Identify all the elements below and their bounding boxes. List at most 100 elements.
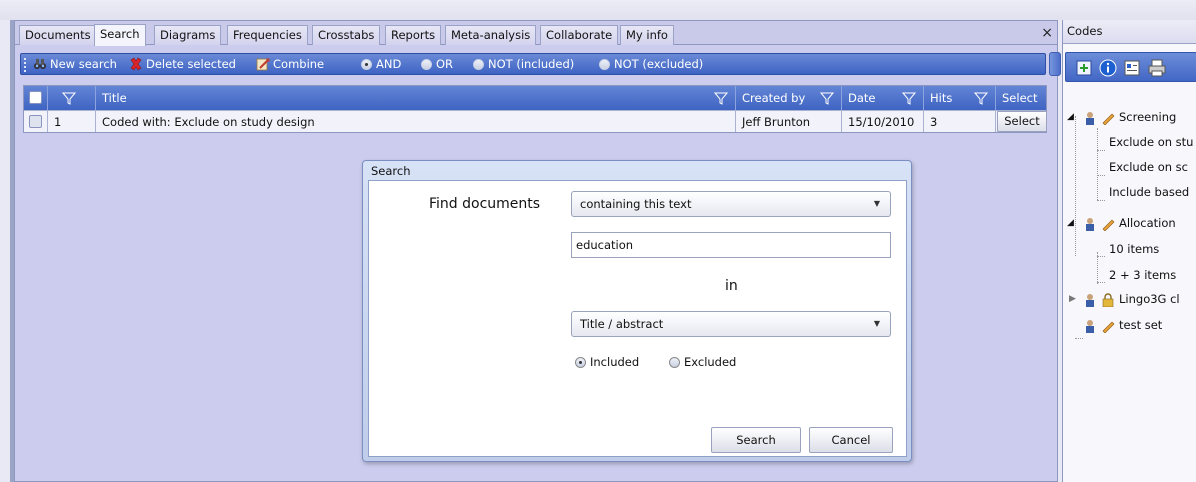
combine-button[interactable]: Combine (256, 56, 324, 72)
new-search-button[interactable]: New search (33, 56, 117, 72)
expand-triangle-icon[interactable]: ◢ (1067, 218, 1074, 228)
select-header: Select (996, 86, 1048, 110)
window-top-strip (0, 0, 1196, 20)
tree-connector (1075, 338, 1083, 339)
radio-excluded-label: Excluded (684, 355, 737, 369)
radio-and-label: AND (376, 57, 402, 71)
filter-icon[interactable] (714, 91, 728, 105)
tree-item-10-items[interactable]: 10 items (1109, 242, 1159, 256)
filter-icon[interactable] (62, 91, 76, 105)
radio-included-indicator[interactable] (575, 357, 586, 368)
title-header[interactable]: Title (96, 86, 736, 110)
hits-header-label: Hits (930, 91, 953, 105)
binoculars-icon (34, 59, 46, 69)
tree-item-screening[interactable]: Screening (1119, 110, 1176, 124)
radio-or[interactable]: OR (421, 56, 453, 72)
tree-item-exclude-scope[interactable]: Exclude on sc (1109, 160, 1188, 174)
expand-triangle-icon[interactable]: ◢ (1067, 112, 1074, 122)
tree-item-lingo3g[interactable]: Lingo3G cl (1119, 292, 1180, 306)
user-icon (1086, 112, 1094, 125)
close-icon[interactable]: × (1041, 25, 1053, 41)
title-header-label: Title (102, 91, 127, 105)
combine-icon (256, 58, 270, 71)
user-icon (1086, 320, 1094, 333)
tab-documents[interactable]: Documents (19, 25, 97, 45)
tree-item-2-3-items[interactable]: 2 + 3 items (1109, 268, 1176, 282)
tab-collaborate[interactable]: Collaborate (540, 25, 619, 45)
created-by-header[interactable]: Created by (736, 86, 842, 110)
tree-connector (1097, 128, 1098, 200)
grid-header-row: Title Created by Date Hits Select (24, 86, 1046, 110)
search-text-input[interactable]: education (571, 232, 891, 258)
radio-and-indicator[interactable] (361, 59, 372, 70)
radio-not-excluded[interactable]: NOT (excluded) (599, 56, 703, 72)
tree-item-exclude-study[interactable]: Exclude on stu (1109, 135, 1193, 149)
codes-panel: Codes ◢ Screening Exclude on stu Exclude… (1062, 20, 1196, 482)
toolbar-grip[interactable] (24, 58, 27, 72)
select-all-cell (24, 86, 48, 110)
hits-header[interactable]: Hits (924, 86, 996, 110)
date-header-label: Date (848, 91, 876, 105)
table-row[interactable]: 1 Coded with: Exclude on study design Je… (24, 110, 1047, 132)
codes-panel-title: Codes (1063, 20, 1196, 44)
tab-my-info[interactable]: My info (620, 25, 674, 45)
tree-connector (1097, 175, 1105, 176)
collapsed-triangle-icon[interactable]: ▶ (1069, 294, 1076, 304)
delete-selected-button[interactable]: Delete selected (129, 56, 236, 72)
searches-grid: Title Created by Date Hits Select 1 Code… (23, 85, 1047, 133)
tree-connector (1097, 282, 1105, 283)
radio-not-excluded-indicator[interactable] (599, 59, 610, 70)
row-number: 1 (48, 111, 96, 132)
radio-not-included[interactable]: NOT (included) (473, 56, 574, 72)
lock-icon (1102, 293, 1114, 307)
radio-included[interactable]: Included (575, 355, 639, 369)
chevron-down-icon: ▼ (873, 319, 880, 328)
row-title: Coded with: Exclude on study design (96, 111, 736, 132)
row-checkbox-cell (24, 111, 48, 132)
chevron-down-icon: ▼ (873, 199, 880, 208)
radio-excluded[interactable]: Excluded (669, 355, 736, 369)
user-icon (1086, 294, 1094, 307)
tab-diagrams[interactable]: Diagrams (154, 25, 222, 45)
pencil-icon (1102, 321, 1115, 333)
filter-icon[interactable] (820, 91, 834, 105)
select-header-label: Select (1002, 91, 1038, 105)
search-field-select[interactable]: Title / abstract ▼ (571, 311, 891, 337)
search-mode-select[interactable]: containing this text ▼ (571, 191, 891, 217)
toolbar-overflow-handle[interactable] (1049, 52, 1061, 76)
select-all-checkbox[interactable] (29, 91, 42, 104)
search-field-value: Title / abstract (580, 317, 664, 331)
tree-connector (1097, 256, 1105, 257)
info-icon[interactable] (1099, 59, 1117, 77)
cancel-button[interactable]: Cancel (809, 427, 893, 453)
radio-excluded-indicator[interactable] (669, 357, 680, 368)
delete-selected-label: Delete selected (146, 57, 236, 71)
date-header[interactable]: Date (842, 86, 924, 110)
search-toolbar: New search Delete selected Combine AND O… (20, 53, 1046, 75)
row-checkbox[interactable] (29, 115, 42, 128)
new-search-label: New search (50, 57, 117, 71)
row-select-button[interactable]: Select (997, 111, 1047, 132)
radio-not-included-indicator[interactable] (473, 59, 484, 70)
filter-icon[interactable] (902, 91, 916, 105)
properties-icon[interactable] (1124, 60, 1140, 76)
radio-or-indicator[interactable] (421, 59, 432, 70)
tab-crosstabs[interactable]: Crosstabs (312, 25, 381, 45)
tab-search[interactable]: Search (94, 24, 146, 46)
tree-item-include-based[interactable]: Include based (1109, 185, 1189, 199)
radio-and[interactable]: AND (361, 56, 401, 72)
search-button[interactable]: Search (711, 427, 801, 453)
pencil-icon (1102, 113, 1115, 125)
tab-meta-analysis[interactable]: Meta-analysis (445, 25, 537, 45)
main-panel: Documents Search Diagrams Frequencies Cr… (14, 20, 1061, 482)
add-code-icon[interactable] (1076, 60, 1092, 76)
search-dialog: Search Find documents containing this te… (362, 160, 912, 462)
tree-item-test-set[interactable]: test set (1119, 318, 1162, 332)
tab-reports[interactable]: Reports (385, 25, 442, 45)
tree-item-allocation[interactable]: Allocation (1119, 216, 1176, 230)
pencil-icon (1102, 219, 1115, 231)
tab-frequencies[interactable]: Frequencies (227, 25, 308, 45)
row-created-by: Jeff Brunton (736, 111, 842, 132)
print-icon[interactable] (1148, 59, 1166, 77)
filter-icon[interactable] (974, 91, 988, 105)
